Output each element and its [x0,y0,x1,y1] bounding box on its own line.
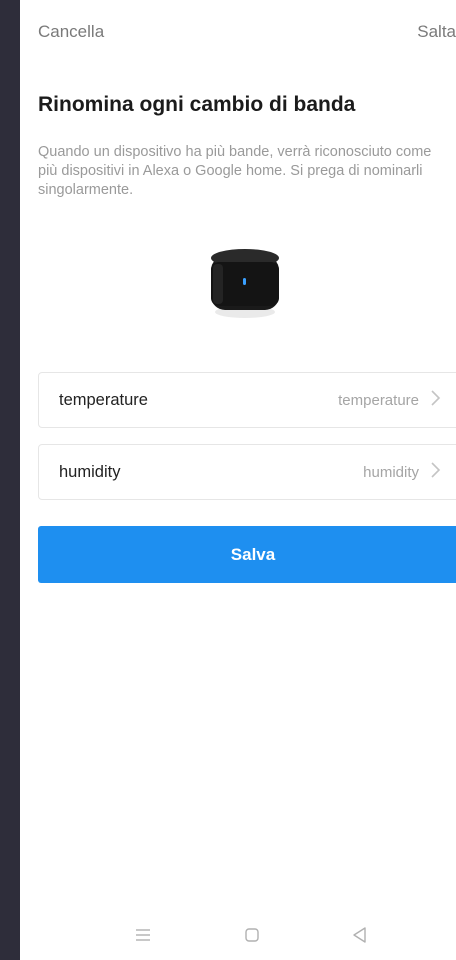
device-frame-edge [0,0,20,960]
band-name-value: humidity [363,464,419,481]
page-title: Rinomina ogni cambio di banda [38,93,356,116]
band-row-humidity[interactable]: humidity humidity [38,444,456,500]
band-name-label: humidity [59,463,121,481]
back-icon[interactable] [347,922,373,948]
skip-button[interactable]: Salta [417,22,456,42]
page-description: Quando un dispositivo ha più bande, verr… [38,144,432,198]
save-button[interactable]: Salva [38,526,456,583]
band-name-label: temperature [59,391,148,409]
cancel-button[interactable]: Cancella [38,22,104,42]
band-row-temperature[interactable]: temperature temperature [38,372,456,428]
menu-icon[interactable] [130,922,156,948]
smart-ir-hub-icon [205,242,285,322]
chevron-right-icon [429,459,443,481]
band-name-value: temperature [338,392,419,409]
app-screen: Cancella Salta Rinomina ogni cambio di b… [20,0,456,960]
top-bar: Cancella Salta [20,18,456,48]
system-nav-bar [20,920,456,950]
chevron-right-icon [429,387,443,409]
home-icon[interactable] [239,922,265,948]
